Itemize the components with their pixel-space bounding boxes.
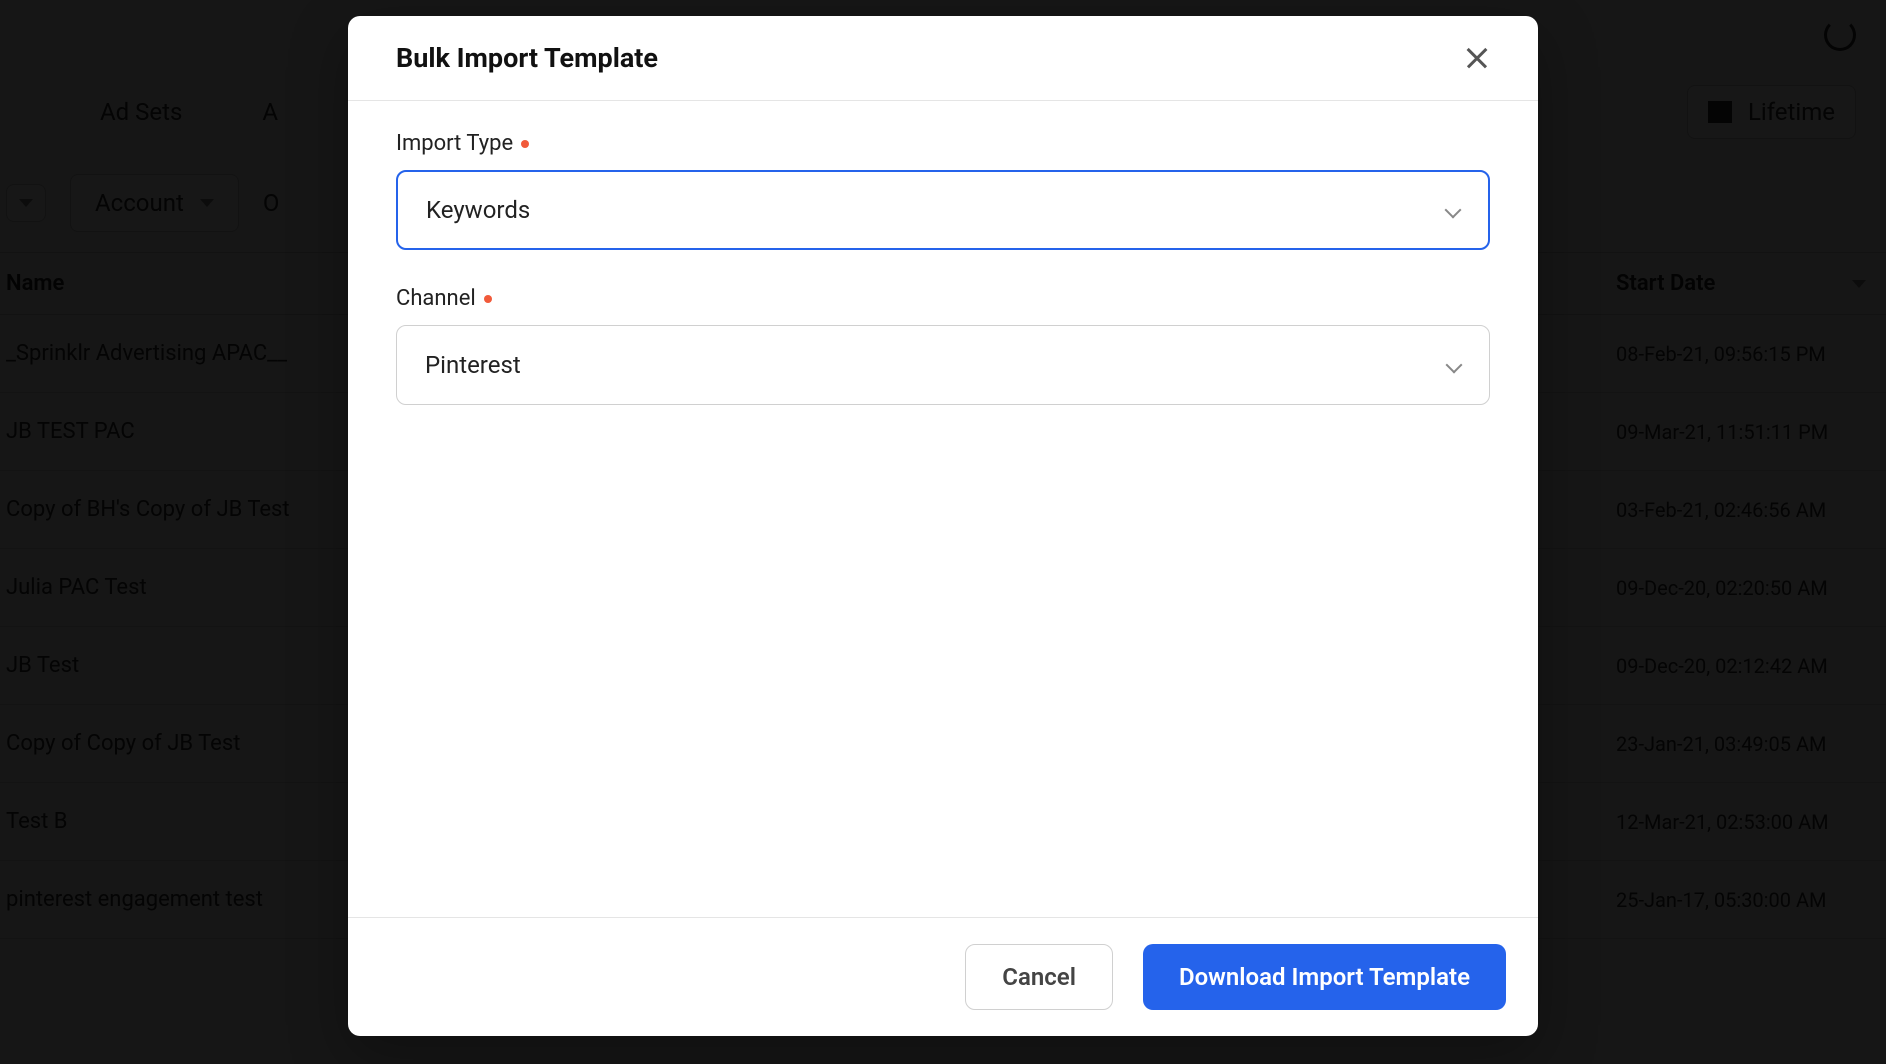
required-indicator — [521, 140, 529, 148]
cancel-button[interactable]: Cancel — [965, 944, 1113, 1010]
bulk-import-modal: Bulk Import Template Import Type Keyword… — [348, 16, 1538, 1036]
modal-overlay: Bulk Import Template Import Type Keyword… — [0, 0, 1886, 1064]
modal-title: Bulk Import Template — [396, 42, 658, 74]
required-indicator — [484, 295, 492, 303]
modal-body: Import Type Keywords Channel Pinterest — [348, 101, 1538, 917]
channel-select[interactable]: Pinterest — [396, 325, 1490, 405]
close-icon[interactable] — [1464, 45, 1490, 71]
channel-value: Pinterest — [425, 351, 521, 379]
chevron-down-icon — [1444, 202, 1460, 218]
import-type-value: Keywords — [426, 196, 530, 224]
import-type-label: Import Type — [396, 131, 1490, 156]
channel-label: Channel — [396, 286, 1490, 311]
import-type-select[interactable]: Keywords — [396, 170, 1490, 250]
modal-header: Bulk Import Template — [348, 16, 1538, 101]
import-type-field: Import Type Keywords — [396, 131, 1490, 250]
download-template-button[interactable]: Download Import Template — [1143, 944, 1506, 1010]
modal-footer: Cancel Download Import Template — [348, 917, 1538, 1036]
chevron-down-icon — [1445, 357, 1461, 373]
channel-field: Channel Pinterest — [396, 286, 1490, 405]
